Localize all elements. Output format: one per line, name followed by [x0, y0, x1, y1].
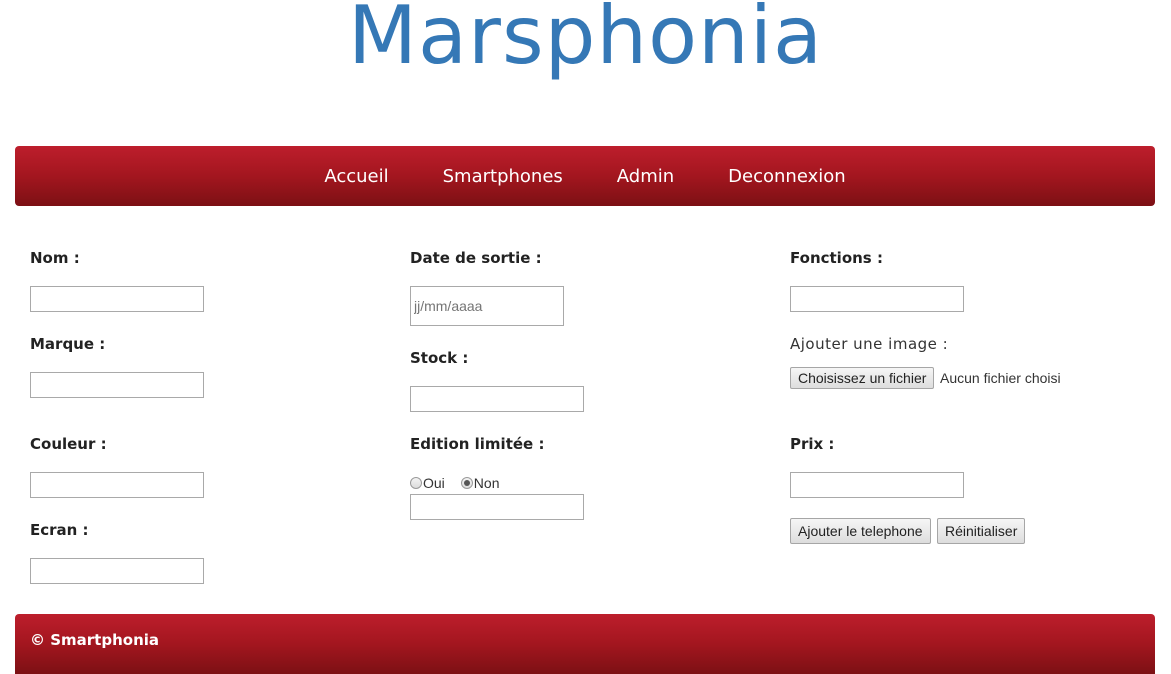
oui-radio[interactable]: [410, 477, 422, 489]
nav-item-admin[interactable]: Admin: [617, 166, 674, 187]
choose-file-button[interactable]: Choisissez un fichier: [790, 367, 935, 389]
file-status-text: Aucun fichier choisi: [940, 370, 1061, 386]
main-navbar: Accueil Smartphones Admin Deconnexion: [15, 146, 1155, 206]
prix-input[interactable]: [790, 472, 964, 498]
nav-item-deconnexion[interactable]: Deconnexion: [728, 166, 846, 187]
prix-label: Prix :: [790, 435, 835, 453]
couleur-label: Couleur :: [30, 435, 107, 453]
footer-copyright: © Smartphonia: [30, 631, 160, 649]
non-radio-label[interactable]: Non: [474, 475, 500, 491]
ecran-input[interactable]: [30, 558, 204, 584]
fonctions-label: Fonctions :: [790, 249, 883, 267]
stock-input[interactable]: [410, 386, 584, 412]
nom-label: Nom :: [30, 249, 80, 267]
edition-limitee-radio-group: Oui Non: [410, 475, 499, 491]
nav-item-accueil[interactable]: Accueil: [324, 166, 388, 187]
marque-input[interactable]: [30, 372, 204, 398]
fonctions-input[interactable]: [790, 286, 964, 312]
nom-input[interactable]: [30, 286, 204, 312]
image-label: Ajouter une image :: [790, 335, 949, 353]
date-sortie-input[interactable]: [410, 286, 564, 326]
footer-bar: © Smartphonia: [15, 614, 1155, 674]
stock-label: Stock :: [410, 349, 469, 367]
oui-radio-label[interactable]: Oui: [423, 475, 445, 491]
edition-limitee-input[interactable]: [410, 494, 584, 520]
non-radio[interactable]: [460, 477, 473, 489]
couleur-input[interactable]: [30, 472, 204, 498]
edition-limitee-label: Edition limitée :: [410, 435, 545, 453]
date-sortie-label: Date de sortie :: [410, 249, 542, 267]
nav-item-smartphones[interactable]: Smartphones: [443, 166, 563, 187]
reset-button[interactable]: Réinitialiser: [937, 518, 1026, 544]
site-title: Marsphonia: [348, 0, 823, 82]
marque-label: Marque :: [30, 335, 106, 353]
ecran-label: Ecran :: [30, 521, 89, 539]
add-phone-button[interactable]: Ajouter le telephone: [790, 518, 931, 544]
